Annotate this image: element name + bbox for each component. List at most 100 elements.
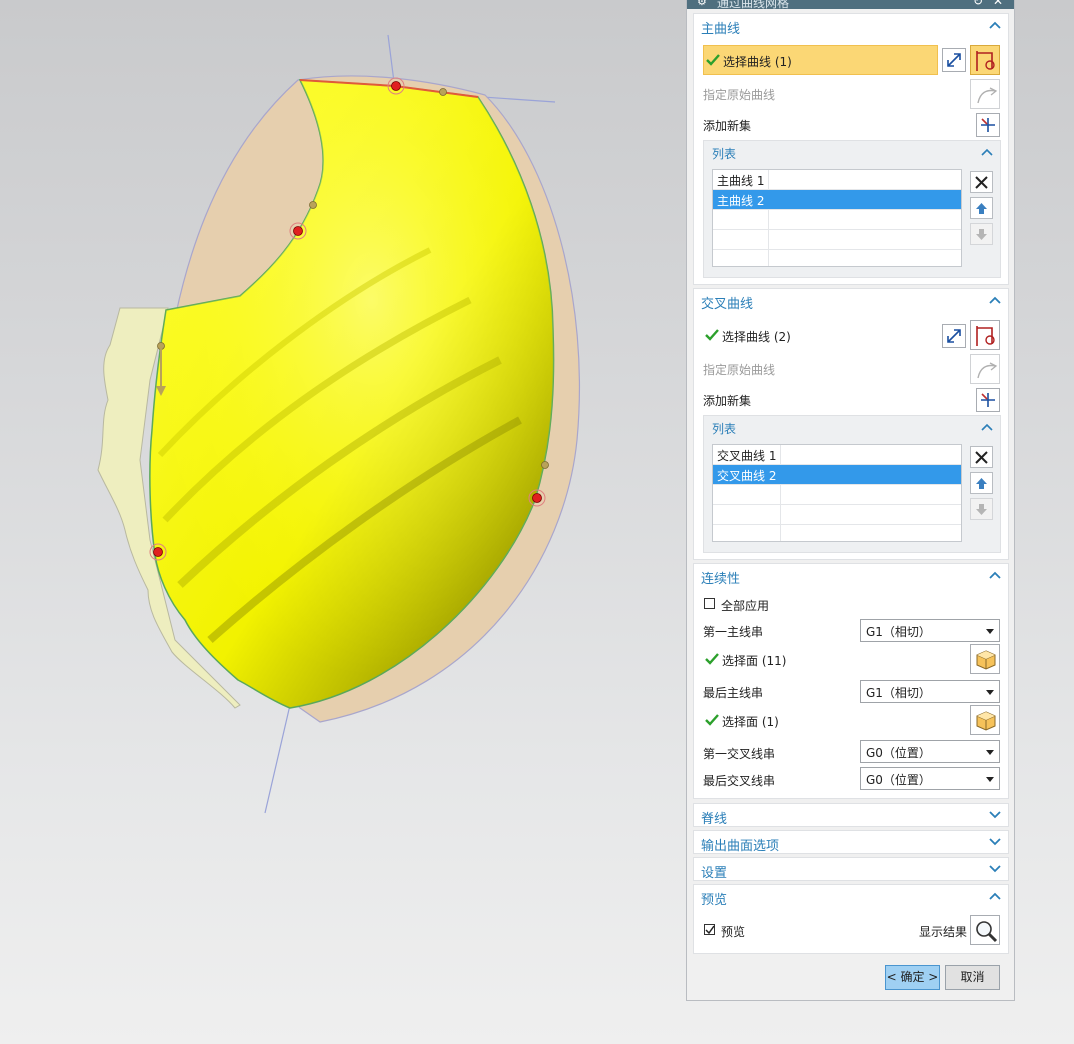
- section-header-main-curves[interactable]: 主曲线: [694, 14, 1008, 40]
- move-up-button[interactable]: [970, 197, 993, 219]
- list-item-label: 交叉曲线 2: [717, 469, 777, 483]
- first-primary-faces-row[interactable]: 选择面 (11): [694, 644, 1008, 674]
- dialog-title: 通过曲线网格: [717, 0, 790, 9]
- dropdown-arrow-icon: [986, 777, 994, 782]
- last-primary-select[interactable]: G1（相切）: [860, 680, 1000, 703]
- origin-curve-button[interactable]: [970, 79, 1000, 109]
- select-face-button[interactable]: [970, 705, 1000, 735]
- section-settings[interactable]: 设置: [693, 857, 1009, 881]
- select-curve-highlight[interactable]: 选择曲线 (1): [703, 45, 938, 75]
- last-primary-label: 最后主线串: [703, 686, 764, 700]
- dropdown-arrow-icon: [986, 750, 994, 755]
- section-continuity: 连续性 全部应用 第一主线串 G1（相切） 选择面 (11) 最后主线串 G1（…: [693, 563, 1009, 799]
- list-item[interactable]: 主曲线 1: [713, 170, 961, 190]
- specify-origin-curve-row: 指定原始曲线: [694, 354, 1008, 384]
- add-new-set-button[interactable]: [976, 388, 1000, 412]
- chevron-up-icon[interactable]: [988, 568, 1002, 582]
- section-header-preview[interactable]: 预览: [694, 885, 1008, 911]
- surface-model[interactable]: [0, 0, 686, 1044]
- apply-all-checkbox[interactable]: [704, 598, 715, 609]
- section-title: 主曲线: [701, 22, 741, 37]
- checkmark-icon: [706, 53, 720, 67]
- section-header-continuity[interactable]: 连续性: [694, 564, 1008, 590]
- select-main-curve-row[interactable]: 选择曲线 (1): [694, 45, 1008, 75]
- reverse-direction-button[interactable]: [942, 324, 966, 348]
- list-item-selected[interactable]: 主曲线 2: [713, 190, 961, 210]
- first-primary-select[interactable]: G1（相切）: [860, 619, 1000, 642]
- preview-row[interactable]: 预览 显示结果: [694, 915, 1008, 945]
- chevron-down-icon[interactable]: [988, 808, 1002, 822]
- section-output-options[interactable]: 输出曲面选项: [693, 830, 1009, 854]
- cross-curve-list[interactable]: 交叉曲线 1 交叉曲线 2: [712, 444, 962, 542]
- reset-icon[interactable]: ↻: [973, 0, 983, 8]
- last-primary-row: 最后主线串 G1（相切）: [694, 679, 1008, 705]
- move-down-button[interactable]: [970, 223, 993, 245]
- chevron-up-icon[interactable]: [988, 18, 1002, 32]
- section-title: 预览: [701, 893, 728, 908]
- curve-rule-button[interactable]: [970, 320, 1000, 350]
- section-cross-curves: 交叉曲线 选择曲线 (2) 指定原始曲线 添加新集 列表 交叉曲线 1 交叉曲线…: [693, 288, 1009, 560]
- chevron-down-icon[interactable]: [988, 835, 1002, 849]
- add-new-set-row: 添加新集: [694, 387, 1008, 413]
- cancel-button[interactable]: 取消: [945, 965, 1000, 990]
- add-new-set-row: 添加新集: [694, 112, 1008, 138]
- chevron-up-icon[interactable]: [988, 889, 1002, 903]
- apply-all-label: 全部应用: [721, 599, 770, 613]
- section-title: 设置: [701, 866, 728, 881]
- select-face-label: 选择面 (11): [722, 654, 787, 668]
- select-curve-label: 选择曲线 (2): [722, 330, 791, 344]
- specify-origin-label: 指定原始曲线: [703, 363, 776, 377]
- move-down-button[interactable]: [970, 498, 993, 520]
- first-primary-row: 第一主线串 G1（相切）: [694, 618, 1008, 644]
- last-cross-row: 最后交叉线串 G0（位置）: [694, 767, 1008, 793]
- remove-button[interactable]: [970, 446, 993, 468]
- select-cross-curve-row[interactable]: 选择曲线 (2): [694, 320, 1008, 350]
- first-primary-label: 第一主线串: [703, 625, 764, 639]
- first-cross-label: 第一交叉线串: [703, 747, 776, 761]
- cross-curve-list-panel: 列表 交叉曲线 1 交叉曲线 2: [703, 415, 1001, 553]
- section-spine[interactable]: 脊线: [693, 803, 1009, 827]
- dropdown-arrow-icon: [986, 690, 994, 695]
- move-up-button[interactable]: [970, 472, 993, 494]
- chevron-up-icon[interactable]: [988, 293, 1002, 307]
- last-cross-select[interactable]: G0（位置）: [860, 767, 1000, 790]
- remove-button[interactable]: [970, 171, 993, 193]
- close-icon[interactable]: ✕: [993, 0, 1003, 8]
- first-cross-row: 第一交叉线串 G0（位置）: [694, 740, 1008, 766]
- dialog-titlebar[interactable]: ⚙ 通过曲线网格 ↻ ✕: [687, 0, 1014, 9]
- checkmark-icon: [705, 713, 719, 727]
- show-result-button[interactable]: [970, 915, 1000, 945]
- select-face-button[interactable]: [970, 644, 1000, 674]
- apply-all-row[interactable]: 全部应用: [694, 592, 1008, 618]
- chevron-down-icon[interactable]: [988, 862, 1002, 876]
- select-value: G0（位置）: [866, 773, 931, 787]
- main-curve-list[interactable]: 主曲线 1 主曲线 2: [712, 169, 962, 267]
- last-primary-faces-row[interactable]: 选择面 (1): [694, 705, 1008, 735]
- chevron-up-icon[interactable]: [980, 145, 994, 159]
- preview-label: 预览: [721, 925, 746, 939]
- section-title: 脊线: [701, 812, 728, 827]
- list-empty-row: [713, 230, 961, 250]
- list-item[interactable]: 交叉曲线 1: [713, 445, 961, 465]
- add-new-set-button[interactable]: [976, 113, 1000, 137]
- list-item-selected[interactable]: 交叉曲线 2: [713, 465, 961, 485]
- first-cross-select[interactable]: G0（位置）: [860, 740, 1000, 763]
- add-new-set-label: 添加新集: [703, 394, 752, 408]
- preview-checkbox[interactable]: [704, 924, 715, 935]
- reverse-direction-button[interactable]: [942, 48, 966, 72]
- curve-rule-button[interactable]: [970, 45, 1000, 75]
- select-value: G1（相切）: [866, 686, 931, 700]
- list-item-label: 主曲线 1: [717, 174, 765, 188]
- section-header-cross-curves[interactable]: 交叉曲线: [694, 289, 1008, 315]
- chevron-up-icon[interactable]: [980, 420, 994, 434]
- origin-curve-button[interactable]: [970, 354, 1000, 384]
- ok-button[interactable]: < 确定 >: [885, 965, 940, 990]
- select-face-label: 选择面 (1): [722, 715, 779, 729]
- last-cross-label: 最后交叉线串: [703, 774, 776, 788]
- list-item-label: 交叉曲线 1: [717, 449, 777, 463]
- graphics-viewport[interactable]: [0, 0, 686, 1044]
- section-title: 输出曲面选项: [701, 839, 780, 854]
- section-title: 连续性: [701, 572, 741, 587]
- gear-icon[interactable]: ⚙: [697, 0, 707, 8]
- add-new-set-label: 添加新集: [703, 119, 752, 133]
